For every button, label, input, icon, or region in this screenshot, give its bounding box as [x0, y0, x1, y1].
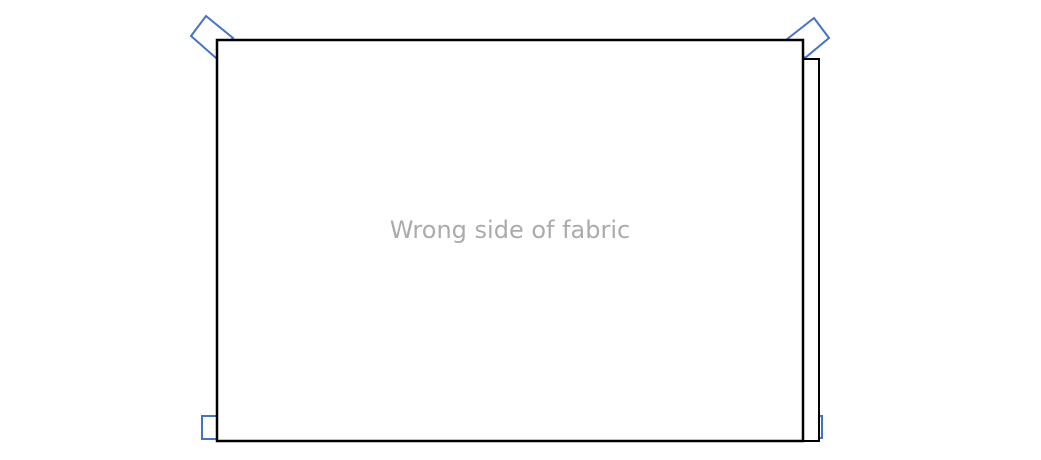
fabric-diagram: Wrong side of fabric	[189, 14, 831, 443]
tape-bottom-left	[201, 415, 219, 440]
fabric-label: Wrong side of fabric	[390, 216, 630, 244]
